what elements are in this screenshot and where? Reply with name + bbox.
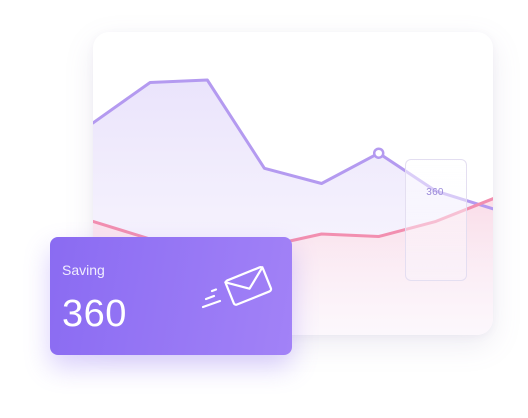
saving-card: Saving 360: [50, 237, 292, 355]
highlight-point-marker: [372, 147, 385, 159]
tooltip-value: 360: [426, 187, 444, 198]
saving-label: Saving: [62, 262, 105, 278]
hover-highlight-column: [405, 159, 467, 281]
dashboard-illustration: 360 Saving 360: [0, 0, 528, 418]
envelope-send-icon: [201, 266, 273, 309]
saving-value: 360: [62, 293, 127, 335]
